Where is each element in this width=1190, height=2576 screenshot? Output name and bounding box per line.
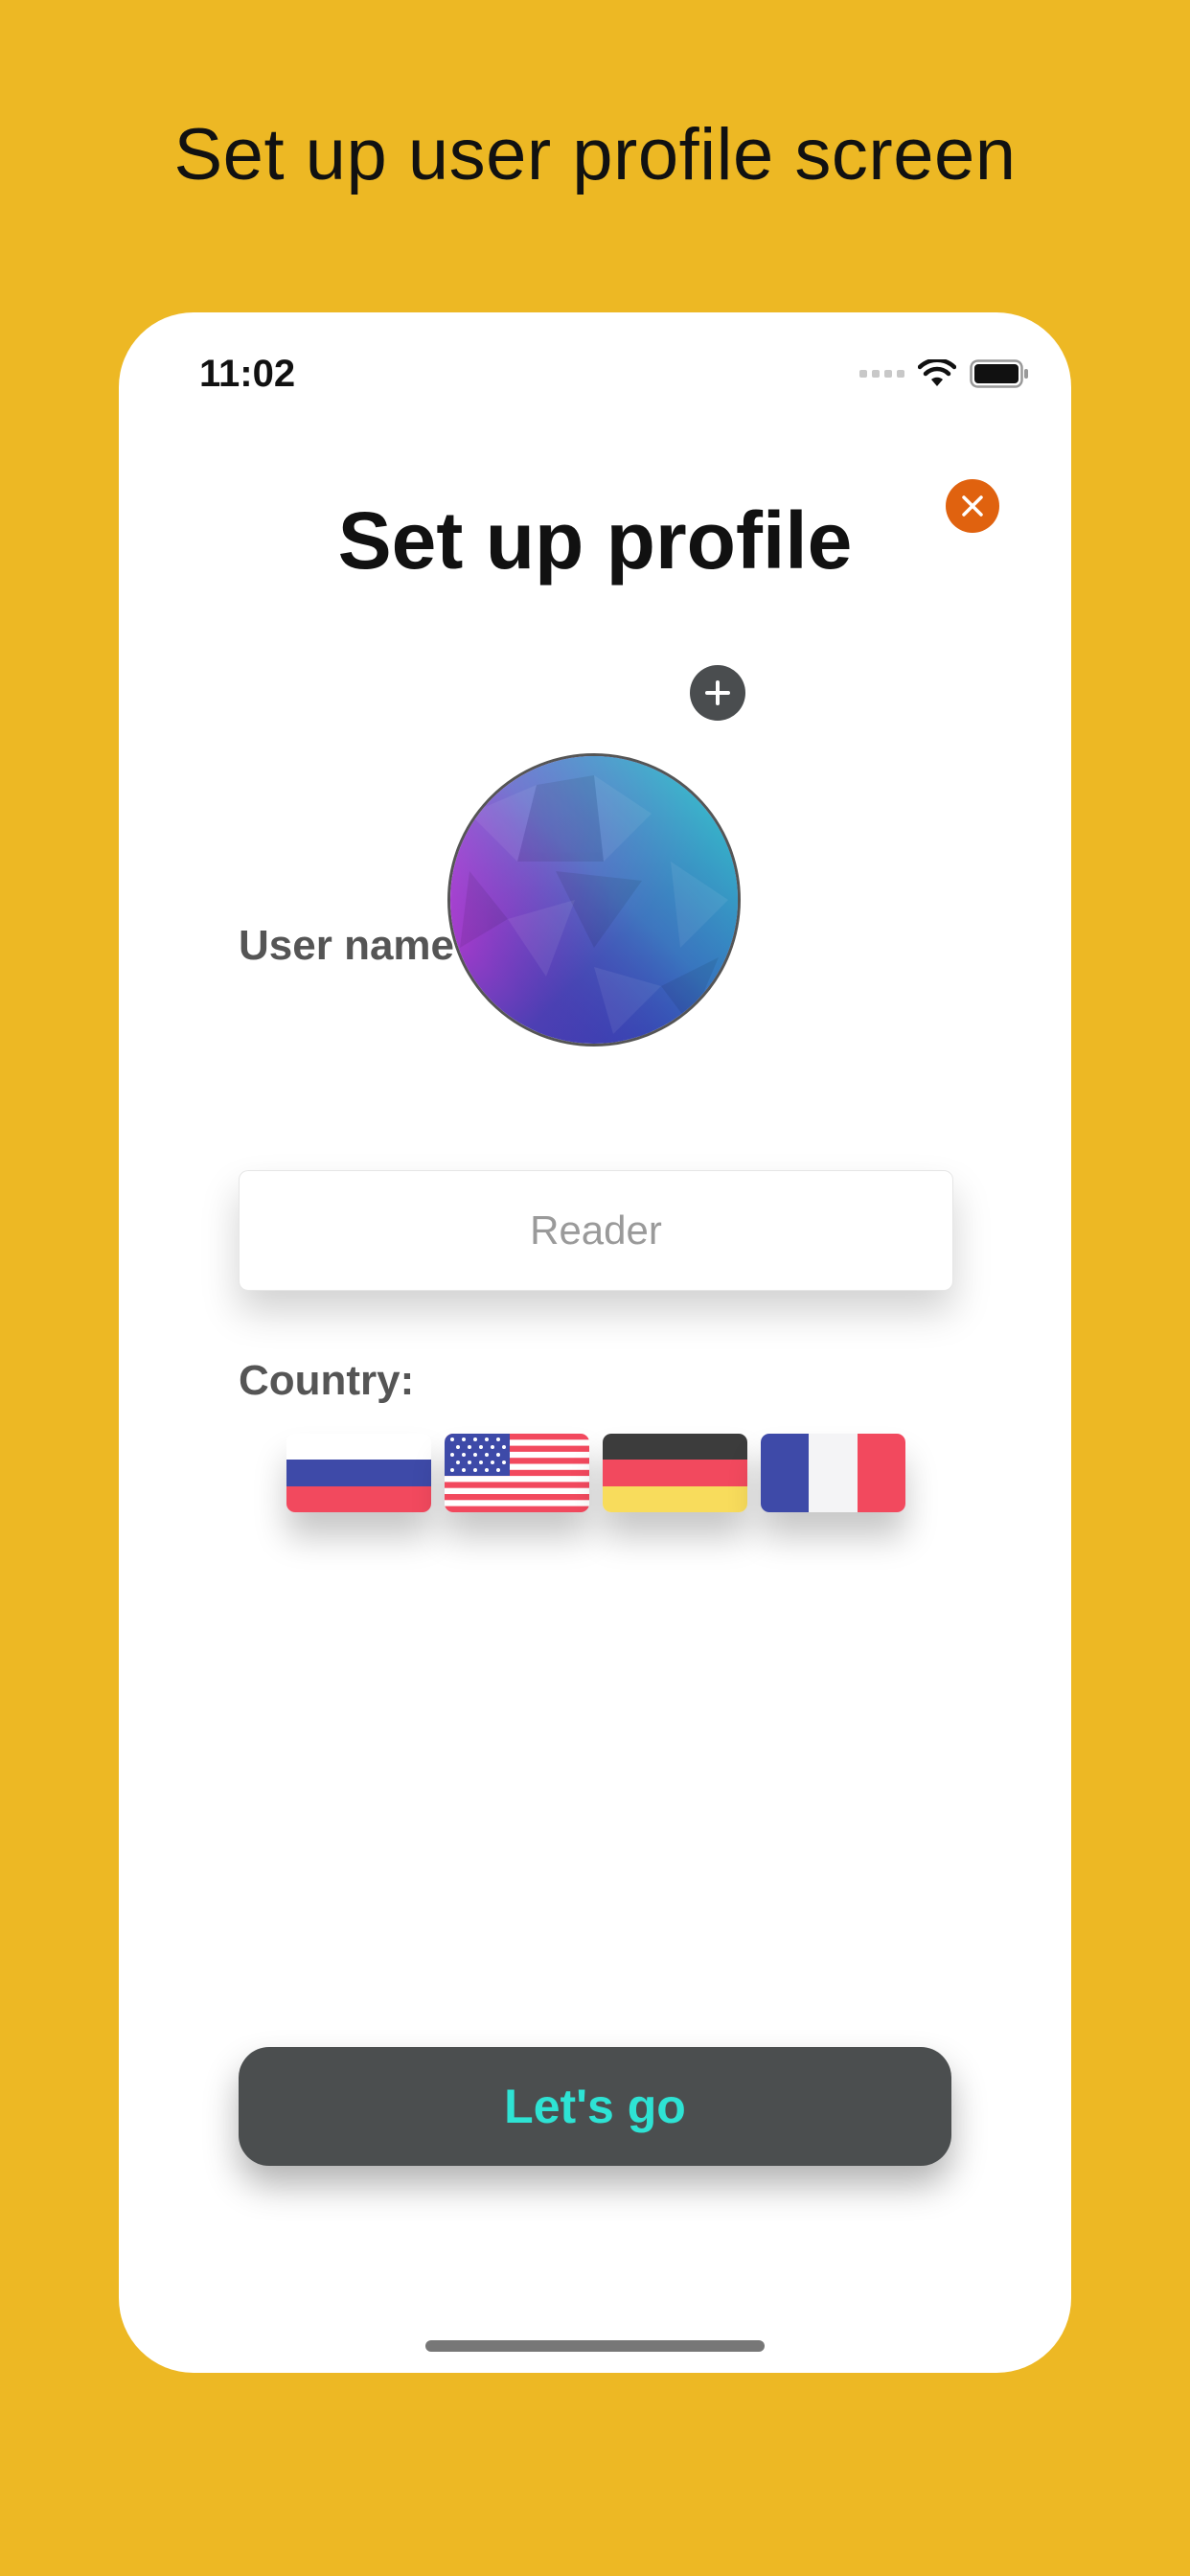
lets-go-label: Let's go (504, 2080, 686, 2133)
signal-icon (859, 370, 904, 378)
status-icons (859, 355, 1029, 393)
russia-flag[interactable] (286, 1434, 431, 1512)
home-indicator (425, 2340, 765, 2352)
username-label: User name (239, 922, 455, 969)
avatar-image (450, 756, 738, 1044)
username-placeholder: Reader (530, 1208, 662, 1253)
page-caption: Set up user profile screen (173, 114, 1017, 196)
lets-go-button[interactable]: Let's go (239, 2047, 951, 2166)
avatar[interactable] (447, 753, 741, 1046)
battery-icon (970, 359, 1028, 388)
usa-flag[interactable] (445, 1434, 589, 1512)
phone-screen: 11:02 Set up profile User name Reader Co… (119, 312, 1071, 2373)
status-time: 11:02 (199, 353, 296, 395)
page-title: Set up profile (337, 495, 853, 586)
add-photo-button[interactable] (690, 665, 745, 721)
france-flag[interactable] (761, 1434, 905, 1512)
germany-flag[interactable] (603, 1434, 747, 1512)
wifi-icon (918, 359, 956, 386)
username-input[interactable]: Reader (239, 1170, 953, 1291)
country-label: Country: (239, 1357, 415, 1404)
plus-icon (705, 680, 730, 705)
country-flags (286, 1434, 905, 1512)
